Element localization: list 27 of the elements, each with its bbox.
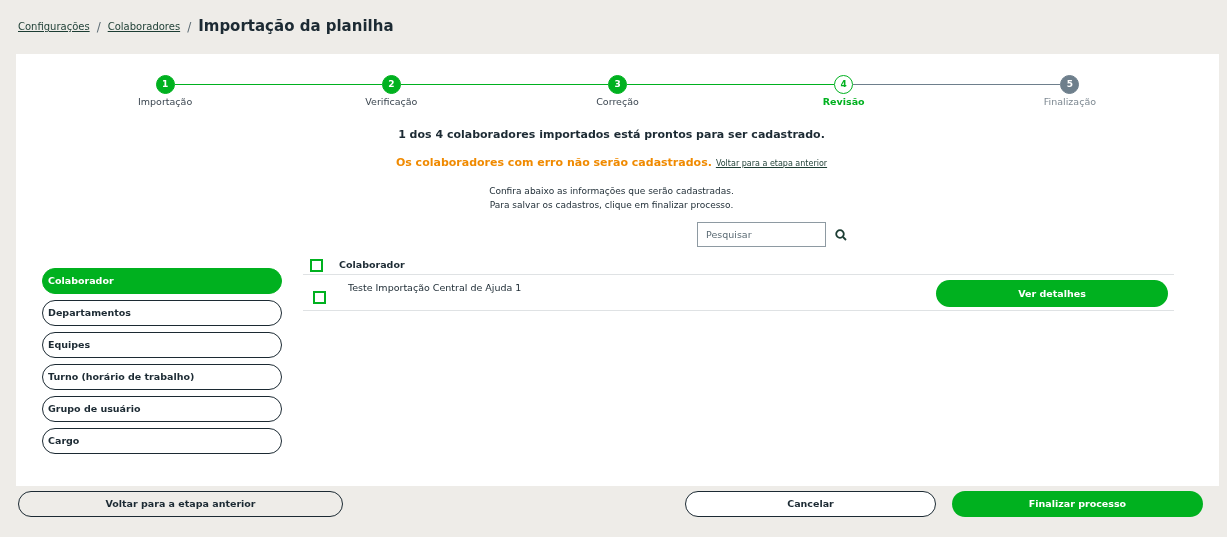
- checkbox[interactable]: [313, 291, 326, 305]
- step-label: Verificação: [365, 95, 418, 109]
- sidebar-item[interactable]: Equipes: [42, 332, 282, 359]
- summary-text: 1 dos 4 colaboradores importados está prontos para ser cadastrado.: [398, 127, 825, 144]
- step-label: Importação: [138, 95, 193, 109]
- warning-text: Os colaboradores com erro não serão cadastrados.: [395, 154, 712, 171]
- search-field[interactable]: Pesquisar: [697, 222, 826, 248]
- breadcrumb-link[interactable]: Colaboradores: [107, 19, 181, 34]
- checkbox[interactable]: [310, 258, 323, 272]
- breadcrumb-link[interactable]: Configurações: [18, 19, 90, 34]
- sidebar-item[interactable]: Cargo: [42, 428, 282, 455]
- sidebar-item[interactable]: Turno (horário de trabalho): [42, 364, 282, 391]
- page-title: Importação da planilha: [198, 16, 394, 38]
- step-label: Correção: [596, 95, 639, 109]
- instruction-text: Para salvar os cadastros, clique em finalizar processo.: [489, 199, 734, 213]
- column-header: Colaborador: [339, 258, 405, 273]
- step-label: Revisão: [822, 95, 865, 109]
- search-icon[interactable]: [835, 228, 847, 241]
- step-label: Finalização: [1043, 95, 1096, 109]
- back-link[interactable]: Voltar para a etapa anterior: [715, 157, 828, 170]
- cancel-button[interactable]: Cancelar: [685, 491, 936, 517]
- table-cell: Teste Importação Central de Ajuda 1: [348, 281, 522, 296]
- sidebar-item[interactable]: Grupo de usuário: [42, 396, 282, 423]
- instruction-text: Confira abaixo as informações que serão cadastradas.: [489, 185, 734, 199]
- breadcrumb-separator: /: [187, 18, 192, 36]
- sidebar-item[interactable]: Departamentos: [42, 300, 282, 327]
- breadcrumb-separator: /: [96, 18, 101, 36]
